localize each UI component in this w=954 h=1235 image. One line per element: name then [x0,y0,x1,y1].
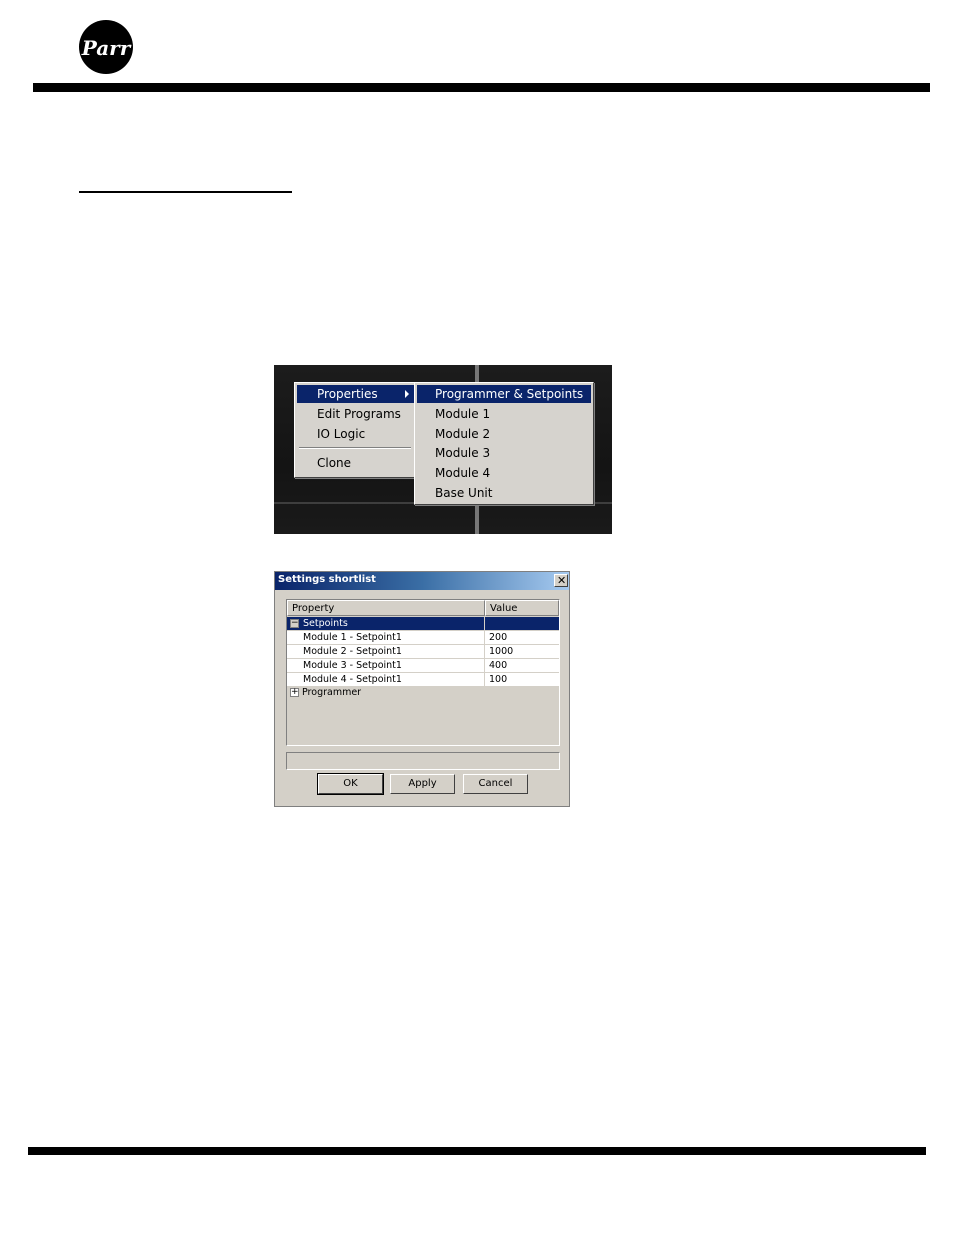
expand-icon[interactable]: + [290,688,299,697]
property-grid: Property Value − Setpoints Module 1 - Set… [286,599,560,746]
group-row-programmer[interactable]: + Programmer [287,686,559,700]
menu-separator [299,447,411,449]
group-label: Setpoints [303,618,348,629]
description-box [286,752,560,770]
group-label: Programmer [302,687,362,698]
submenu-item-module-3[interactable]: Module 3 [417,444,591,462]
table-row[interactable]: Module 3 - Setpoint1 400 [287,659,559,673]
cancel-button[interactable]: Cancel [463,774,528,794]
submenu-arrow-icon [405,390,409,398]
menu-item-edit-programs[interactable]: Edit Programs [297,405,414,423]
section-heading-underline [79,191,292,193]
property-cell: Module 3 - Setpoint1 [287,659,485,673]
context-menu-screenshot: Properties Edit Programs IO Logic Clone … [274,365,612,534]
logo-wordmark: Parr [81,36,132,60]
submenu-item-module-2[interactable]: Module 2 [417,425,591,443]
group-row-setpoints[interactable]: − Setpoints [287,617,559,631]
dialog-title: Settings shortlist [278,574,376,585]
column-header-value[interactable]: Value [485,600,559,616]
properties-submenu: Programmer & Setpoints Module 1 Module 2… [414,382,594,505]
ok-button[interactable]: OK [317,773,384,795]
menu-item-clone[interactable]: Clone [297,454,414,472]
menu-item-label: Properties [317,387,378,401]
table-row[interactable]: Module 2 - Setpoint1 1000 [287,645,559,659]
submenu-item-module-1[interactable]: Module 1 [417,405,591,423]
submenu-item-programmer-setpoints[interactable]: Programmer & Setpoints [417,385,591,403]
value-cell[interactable]: 1000 [485,645,559,659]
submenu-item-base-unit[interactable]: Base Unit [417,484,591,502]
parr-logo: Parr [79,20,133,74]
menu-item-io-logic[interactable]: IO Logic [297,425,414,443]
settings-shortlist-dialog: Settings shortlist ✕ Property Value − Set… [274,571,570,807]
value-cell[interactable]: 200 [485,631,559,645]
property-cell: Module 2 - Setpoint1 [287,645,485,659]
collapse-icon[interactable]: − [290,619,299,628]
footer-rule [28,1147,926,1155]
submenu-item-module-4[interactable]: Module 4 [417,464,591,482]
value-cell[interactable]: 400 [485,659,559,673]
dialog-titlebar[interactable]: Settings shortlist ✕ [275,572,569,590]
context-menu: Properties Edit Programs IO Logic Clone [294,382,417,478]
table-row[interactable]: Module 4 - Setpoint1 100 [287,673,559,687]
property-cell: Module 4 - Setpoint1 [287,673,485,687]
value-cell[interactable]: 100 [485,673,559,687]
header-rule [33,83,930,92]
table-row[interactable]: Module 1 - Setpoint1 200 [287,631,559,645]
column-header-property[interactable]: Property [287,600,485,616]
close-icon: ✕ [557,574,567,587]
property-cell: Module 1 - Setpoint1 [287,631,485,645]
apply-button[interactable]: Apply [390,774,455,794]
close-button[interactable]: ✕ [554,574,568,587]
menu-item-properties[interactable]: Properties [297,385,414,403]
